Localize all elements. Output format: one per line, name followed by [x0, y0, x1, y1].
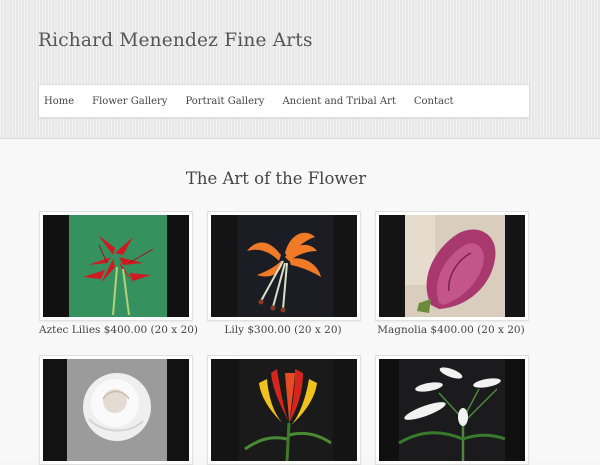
- nav-item-contact[interactable]: Contact: [414, 96, 454, 107]
- white-lilies-painting: [379, 359, 525, 461]
- red-yellow-lily-painting: [211, 359, 357, 461]
- gallery-caption: Aztec Lilies $400.00 (20 x 20): [39, 324, 199, 336]
- white-rose-painting: [43, 359, 189, 461]
- site-title[interactable]: Richard Menendez Fine Arts: [38, 30, 313, 51]
- main-nav: Home Flower Gallery Portrait Gallery Anc…: [38, 84, 530, 118]
- nav-item-flower-gallery[interactable]: Flower Gallery: [92, 96, 167, 107]
- nav-item-home[interactable]: Home: [44, 96, 74, 107]
- nav-item-ancient-tribal-art[interactable]: Ancient and Tribal Art: [282, 96, 395, 107]
- pink-magnolia-painting: [379, 215, 525, 317]
- gallery-item-aztec-lilies[interactable]: [39, 211, 193, 321]
- gallery-item-lily[interactable]: [207, 211, 361, 321]
- gallery-item-magnolia[interactable]: [375, 211, 529, 321]
- gallery-caption: Magnolia $400.00 (20 x 20): [377, 324, 525, 336]
- gallery-item-white-rose[interactable]: [39, 355, 193, 465]
- gallery-item-white-lilies[interactable]: [375, 355, 529, 465]
- gallery-item-red-yellow-lily[interactable]: [207, 355, 361, 465]
- red-aztec-lilies-painting: [43, 215, 189, 317]
- orange-lily-painting: [211, 215, 357, 317]
- site-header: Richard Menendez Fine Arts Home Flower G…: [0, 0, 600, 139]
- gallery-caption: Lily $300.00 (20 x 20): [224, 324, 342, 336]
- page-heading: The Art of the Flower: [185, 169, 367, 188]
- nav-item-portrait-gallery[interactable]: Portrait Gallery: [185, 96, 264, 107]
